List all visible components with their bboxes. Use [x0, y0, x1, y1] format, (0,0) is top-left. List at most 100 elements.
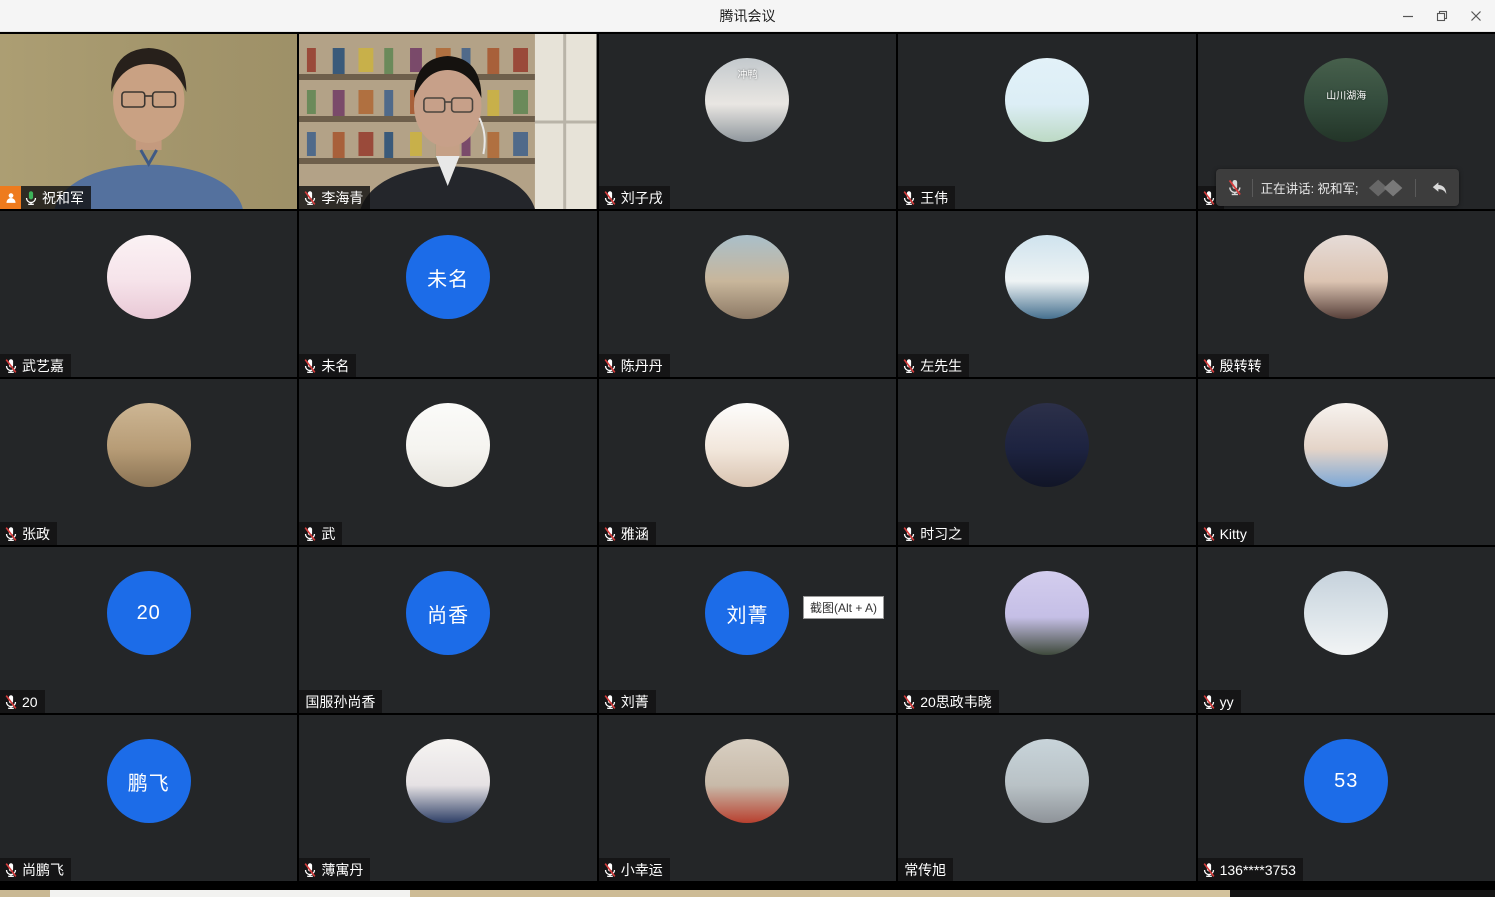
screenshot-tooltip: 截图(Alt + A)	[803, 596, 884, 619]
participant-name-tag: 祝和军	[0, 186, 91, 209]
participant-name: 刘子戌	[621, 188, 663, 208]
participant-tile[interactable]: 殷转转	[1198, 211, 1495, 377]
avatar-initials: 53	[1334, 770, 1358, 793]
participant-tile[interactable]: 冲鸭刘子戌	[599, 34, 896, 209]
participant-name-tag: 未名	[299, 354, 356, 377]
participant-name-tag: 雅涵	[599, 522, 656, 545]
participant-avatar	[705, 403, 789, 487]
participant-avatar	[406, 739, 490, 823]
participant-tile[interactable]: 陈丹丹	[599, 211, 896, 377]
participant-avatar	[406, 403, 490, 487]
participant-avatar: 冲鸭	[705, 58, 789, 142]
participant-tile[interactable]: 祝和军	[0, 34, 297, 209]
mic-muted-icon	[3, 694, 19, 710]
participant-tile[interactable]: 鹏飞尚鹏飞	[0, 715, 297, 881]
reply-arrow-icon[interactable]	[1430, 179, 1449, 197]
participant-tile[interactable]: 武艺嘉	[0, 211, 297, 377]
avatar-initials: 鹏飞	[128, 767, 170, 796]
participant-tile[interactable]: 20思政韦晓	[898, 547, 1195, 713]
participant-avatar	[1005, 235, 1089, 319]
participant-tile[interactable]: 时习之	[898, 379, 1195, 545]
video-feed	[0, 34, 297, 209]
participant-name-tag: 殷转转	[1198, 354, 1269, 377]
participant-tile[interactable]: 刘菁刘菁	[599, 547, 896, 713]
mic-muted-icon	[901, 526, 917, 542]
participant-tile[interactable]: 左先生	[898, 211, 1195, 377]
participant-avatar	[1304, 403, 1388, 487]
restore-button[interactable]	[1425, 0, 1459, 31]
minimize-button[interactable]	[1391, 0, 1425, 31]
mic-muted-icon	[1201, 862, 1217, 878]
participant-name: 薄寓丹	[321, 860, 363, 880]
mic-muted-icon	[602, 358, 618, 374]
participant-tile[interactable]: 王伟	[898, 34, 1195, 209]
participant-name: 小幸运	[621, 860, 663, 880]
participant-avatar	[1005, 58, 1089, 142]
participant-name-tag: 国服孙尚香	[299, 690, 382, 713]
video-feed	[299, 34, 596, 209]
participant-tile[interactable]: 小幸运	[599, 715, 896, 881]
participant-tile[interactable]: 未名未名	[299, 211, 596, 377]
participant-tile[interactable]: 53 136****3753	[1198, 715, 1495, 881]
mic-muted-icon	[3, 358, 19, 374]
participant-avatar	[1304, 571, 1388, 655]
participant-tile[interactable]: 2020	[0, 547, 297, 713]
participant-avatar: 20	[107, 571, 191, 655]
divider	[1415, 179, 1416, 197]
participant-name: 刘菁	[621, 692, 649, 712]
mic-muted-icon	[1226, 178, 1244, 197]
mic-muted-icon	[1201, 190, 1217, 206]
participant-tile[interactable]: 尚香国服孙尚香	[299, 547, 596, 713]
participant-avatar: 山川湖海	[1304, 58, 1388, 142]
participant-tile[interactable]: 李海青	[299, 34, 596, 209]
participant-name: 陈丹丹	[621, 356, 663, 376]
window-title: 腾讯会议	[0, 6, 1495, 26]
participant-tile[interactable]: 雅涵	[599, 379, 896, 545]
participant-name-tag: 小幸运	[599, 858, 670, 881]
mic-muted-icon	[602, 190, 618, 206]
speaking-notification-bar: 正在讲话: 祝和军;	[1216, 169, 1459, 206]
host-badge	[0, 186, 21, 209]
participant-tile[interactable]: 薄寓丹	[299, 715, 596, 881]
participant-name: 殷转转	[1220, 356, 1262, 376]
mic-muted-icon	[3, 862, 19, 878]
participant-tile[interactable]: yy	[1198, 547, 1495, 713]
mic-muted-icon	[1201, 694, 1217, 710]
close-icon	[1470, 10, 1482, 22]
participant-name: 20思政韦晓	[920, 692, 992, 712]
mic-muted-icon	[602, 526, 618, 542]
participant-name-tag: 136****3753	[1198, 858, 1303, 881]
window-controls	[1391, 0, 1493, 31]
participant-name: 20	[22, 694, 38, 710]
participant-name-tag: Kitty	[1198, 522, 1254, 545]
participant-name-tag: 20思政韦晓	[898, 690, 999, 713]
mic-muted-icon	[302, 526, 318, 542]
avatar-initials: 刘菁	[726, 599, 768, 628]
mic-muted-icon	[1201, 358, 1217, 374]
participant-name: yy	[1220, 694, 1234, 710]
participant-tile[interactable]: 常传旭	[898, 715, 1195, 881]
participant-name: 李海青	[321, 188, 363, 208]
participant-tile[interactable]: 张政	[0, 379, 297, 545]
mic-muted-icon	[602, 862, 618, 878]
participant-avatar	[107, 403, 191, 487]
participant-avatar	[1005, 739, 1089, 823]
participant-name: 张政	[22, 524, 50, 544]
mic-muted-icon	[901, 190, 917, 206]
restore-icon	[1436, 10, 1448, 22]
participant-name-tag: 20	[0, 690, 45, 713]
participant-avatar	[1304, 235, 1388, 319]
participant-tile[interactable]: Kitty	[1198, 379, 1495, 545]
participant-name: 雅涵	[621, 524, 649, 544]
participant-name-tag: 尚鹏飞	[0, 858, 71, 881]
close-button[interactable]	[1459, 0, 1493, 31]
participant-name: 祝和军	[42, 188, 84, 208]
participant-name-tag: yy	[1198, 690, 1241, 713]
tencent-meeting-logo	[1367, 177, 1408, 199]
speaking-label: 正在讲话: 祝和军;	[1261, 178, 1359, 197]
participant-name: 尚鹏飞	[22, 860, 64, 880]
participant-tile[interactable]: 武	[299, 379, 596, 545]
participant-avatar	[1005, 571, 1089, 655]
participant-name-tag: 王伟	[898, 186, 955, 209]
participant-avatar: 53	[1304, 739, 1388, 823]
